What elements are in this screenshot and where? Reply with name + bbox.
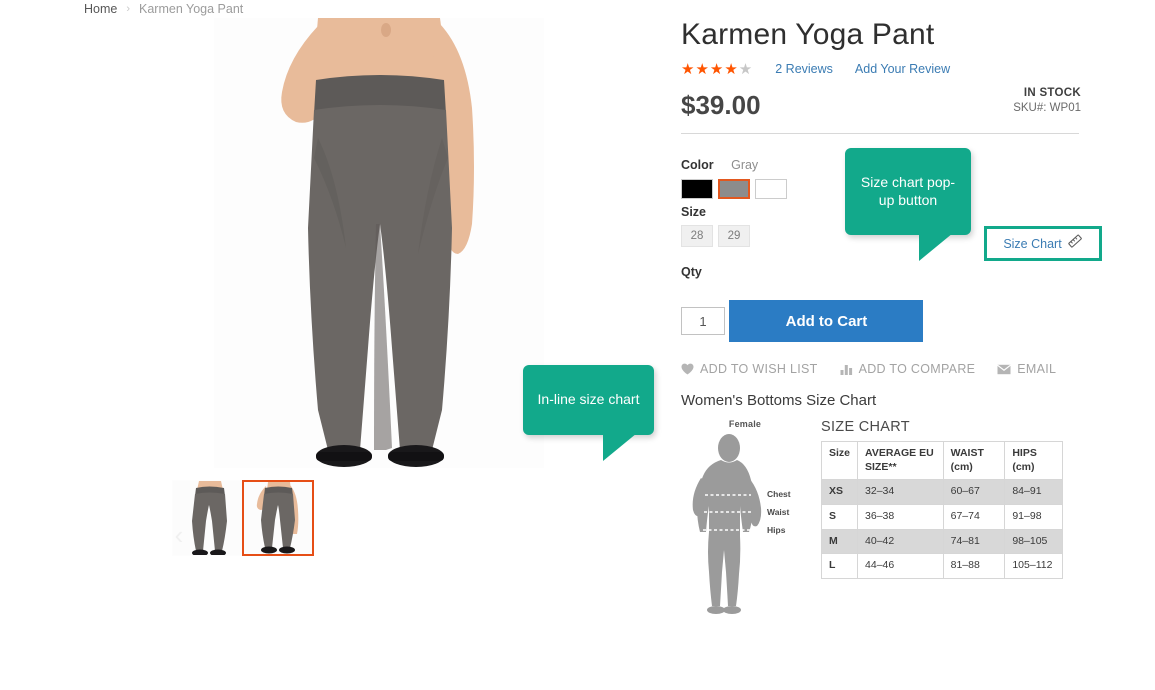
size-option-29[interactable]: 29	[718, 225, 750, 247]
table-row: XS 32–34 60–67 84–91	[820, 479, 1063, 505]
cell-hips: 84–91	[1004, 479, 1063, 505]
column-header-hips: HIPS (cm)	[1004, 440, 1063, 481]
size-chart-button-label: Size Chart	[1003, 236, 1062, 251]
gallery-prev-button[interactable]: ‹	[168, 518, 190, 552]
stock-block: IN STOCK SKU#: WP01	[1013, 87, 1081, 114]
column-header-eu-size: AVERAGE EU SIZE**	[857, 440, 944, 481]
star-icon-empty: ★	[738, 60, 754, 78]
size-option-28[interactable]: 28	[681, 225, 713, 247]
callout-popup-text: Size chart pop-up button	[860, 174, 956, 208]
cell-hips: 98–105	[1004, 528, 1063, 555]
callout-inline-size-chart: In-line size chart	[523, 365, 654, 461]
product-info: Karmen Yoga Pant ★★★★★ 2 Reviews Add You…	[681, 18, 1081, 617]
callout-tail	[919, 233, 953, 261]
bar-chart-icon	[840, 363, 853, 375]
cell-waist: 67–74	[942, 503, 1006, 530]
qty-input[interactable]	[681, 307, 725, 335]
cell-waist: 74–81	[942, 528, 1006, 555]
add-to-compare-label: ADD TO COMPARE	[858, 362, 976, 376]
envelope-icon	[997, 364, 1012, 375]
color-value: Gray	[731, 158, 759, 172]
cell-eu: 32–34	[857, 479, 944, 505]
cell-eu: 44–46	[857, 553, 944, 579]
size-chart-button[interactable]: Size Chart	[984, 226, 1102, 261]
product-price: $39.00	[681, 90, 761, 120]
add-to-wishlist-link[interactable]: ADD TO WISH LIST	[681, 362, 818, 376]
size-chart-table-title: SIZE CHART	[821, 419, 910, 435]
swatch-black[interactable]	[681, 179, 713, 199]
main-product-image[interactable]	[214, 18, 544, 468]
breadcrumb-current: Karmen Yoga Pant	[139, 2, 244, 16]
sku: SKU#: WP01	[1013, 102, 1081, 114]
column-header-size: Size	[820, 440, 859, 481]
status-badge: IN STOCK	[1023, 87, 1081, 99]
star-icon-filled: ★★★★	[681, 60, 739, 78]
table-row: S 36–38 67–74 91–98	[820, 503, 1063, 530]
cell-size: L	[820, 553, 859, 579]
sku-label: SKU#:	[1013, 102, 1047, 114]
thumbnail-2-image	[244, 482, 312, 554]
add-to-cart-button[interactable]: Add to Cart	[729, 300, 924, 342]
female-silhouette-icon	[692, 434, 762, 614]
qty-label: Qty	[681, 265, 702, 279]
breadcrumb-separator-icon: ›	[126, 3, 131, 15]
email-link[interactable]: EMAIL	[997, 362, 1056, 376]
add-review-link[interactable]: Add Your Review	[855, 62, 950, 76]
swatch-white[interactable]	[755, 179, 787, 199]
cell-hips: 91–98	[1004, 503, 1063, 530]
table-row: L 44–46 81–88 105–112	[820, 553, 1063, 579]
sku-value: WP01	[1049, 102, 1081, 114]
cell-size: M	[820, 528, 859, 555]
chevron-left-icon: ‹	[174, 520, 184, 550]
callout-size-chart-popup: Size chart pop-up button	[845, 148, 971, 261]
email-label: EMAIL	[1017, 362, 1057, 376]
thumbnail-2[interactable]	[242, 480, 314, 556]
cell-size: S	[820, 503, 859, 530]
table-row: M 40–42 74–81 98–105	[820, 528, 1063, 555]
figure-title: Female	[728, 419, 762, 429]
add-to-compare-link[interactable]: ADD TO COMPARE	[840, 362, 976, 376]
figure-label-chest: Chest	[767, 489, 791, 499]
ruler-icon	[1067, 233, 1083, 254]
reviews-link[interactable]: 2 Reviews	[775, 62, 833, 76]
breadcrumb-home[interactable]: Home	[84, 2, 117, 16]
callout-inline-text: In-line size chart	[537, 391, 640, 408]
product-photo	[214, 18, 544, 468]
size-chart-table: Size AVERAGE EU SIZE** WAIST (cm) HIPS (…	[820, 440, 1063, 579]
female-figure: Chest Waist Hips	[681, 432, 809, 617]
table-header-row: Size AVERAGE EU SIZE** WAIST (cm) HIPS (…	[820, 440, 1063, 481]
cell-eu: 40–42	[857, 528, 944, 555]
figure-label-hips: Hips	[767, 525, 786, 535]
page-title: Karmen Yoga Pant	[681, 18, 935, 51]
size-chart-heading: Women's Bottoms Size Chart	[681, 392, 877, 409]
star-rating[interactable]: ★★★★★	[681, 62, 753, 77]
cell-hips: 105–112	[1004, 553, 1063, 579]
cell-waist: 60–67	[942, 479, 1006, 505]
figure-column: Female Chest Waist Hips	[681, 419, 809, 617]
column-header-waist: WAIST (cm)	[942, 440, 1006, 481]
secondary-actions: ADD TO WISH LIST ADD TO COMPARE EMAIL	[681, 362, 1081, 376]
size-chart-table-column: SIZE CHART Size AVERAGE EU SIZE** WAIST …	[820, 419, 1063, 617]
price-row: $39.00 IN STOCK SKU#: WP01	[681, 85, 1081, 125]
cell-eu: 36–38	[857, 503, 944, 530]
callout-tail	[603, 433, 637, 461]
color-label: Color	[681, 158, 714, 172]
cell-waist: 81–88	[942, 553, 1006, 579]
product-page: Home › Karmen Yoga Pant ‹ Karmen Yoga Pa…	[0, 0, 1155, 690]
rating-row: ★★★★★ 2 Reviews Add Your Review	[681, 59, 1081, 79]
size-chart-body: Female Chest Waist Hips SIZE CHART Size …	[681, 419, 1081, 617]
breadcrumb: Home › Karmen Yoga Pant	[84, 0, 243, 18]
figure-label-waist: Waist	[767, 507, 790, 517]
heart-icon	[681, 363, 694, 375]
cell-size: XS	[820, 479, 859, 505]
divider	[681, 133, 1079, 134]
swatch-gray[interactable]	[718, 179, 750, 199]
add-to-wishlist-label: ADD TO WISH LIST	[700, 362, 818, 376]
